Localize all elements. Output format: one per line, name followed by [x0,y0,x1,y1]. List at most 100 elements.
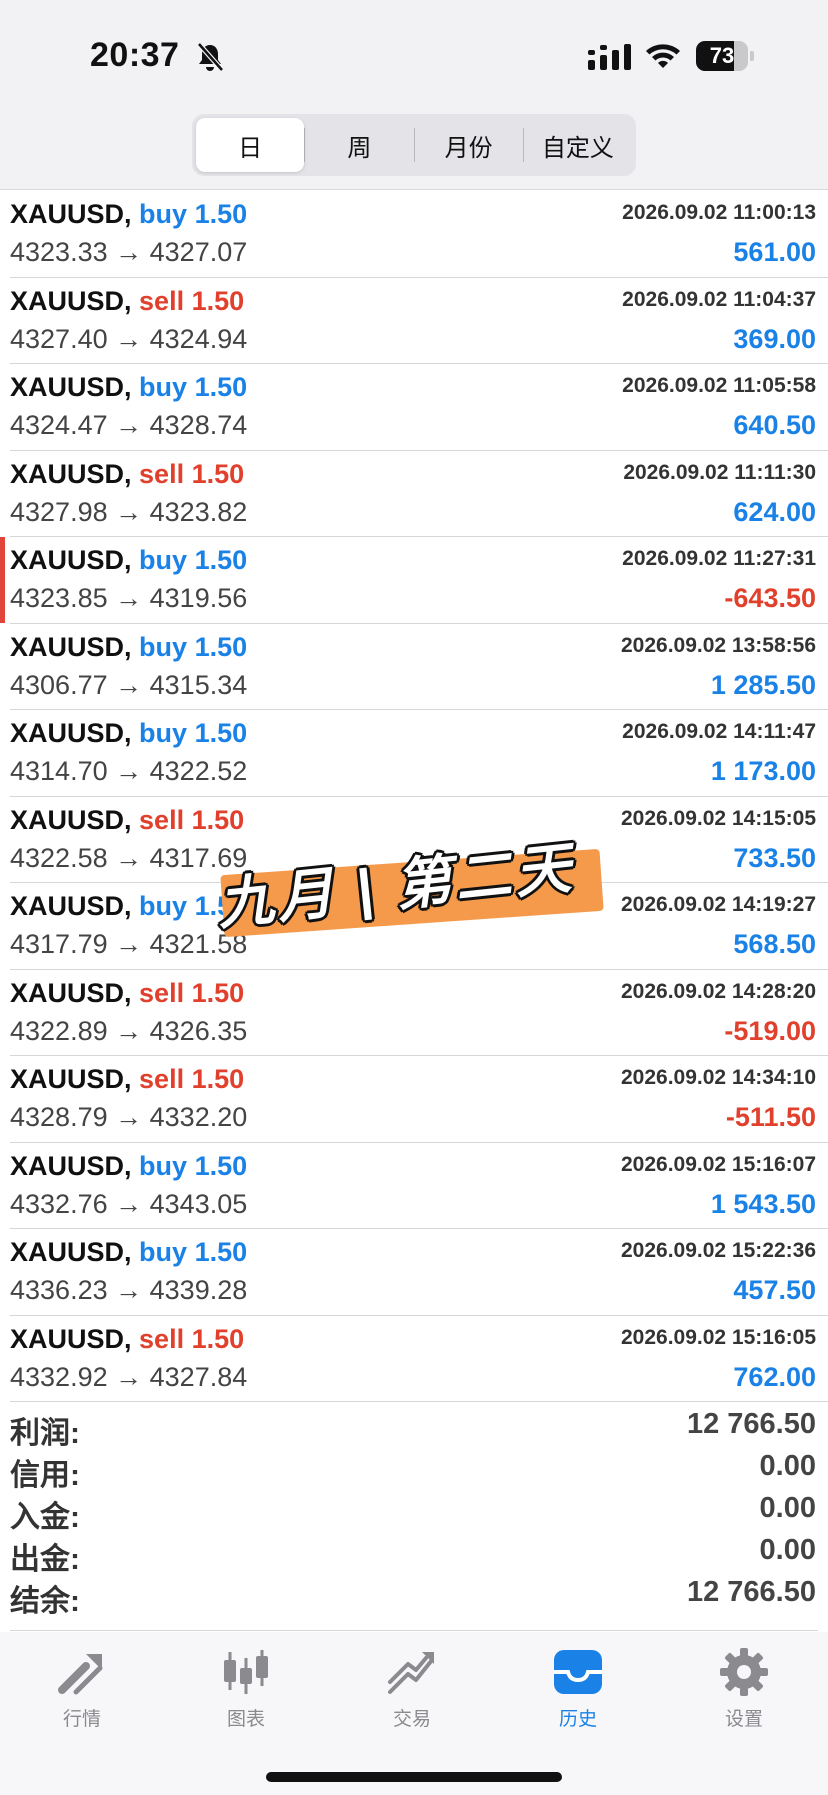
tab-quotes[interactable]: 行情 [32,1646,132,1736]
trade-volume: 1.50 [194,199,248,229]
trade-profit: 624.00 [733,496,816,527]
tab-month[interactable]: 月份 [415,118,523,172]
battery-percent: 73 [709,43,735,68]
trade-side: sell [139,1064,185,1094]
trade-title: XAUUSD, sell 1.50 [10,805,244,836]
trade-side: buy [139,199,188,229]
trade-row[interactable]: XAUUSD, buy 1.50 2026.09.02 14:11:47 4314.… [10,710,828,797]
trade-prices: 4324.47 → 4328.74 [10,410,247,441]
summary-value: 0.00 [759,1534,816,1566]
trade-volume: 1.50 [191,1064,245,1094]
trade-open-price: 4322.89 [10,1015,108,1046]
tab-custom[interactable]: 自定义 [524,118,632,172]
trade-datetime: 2026.09.02 11:11:30 [623,460,816,484]
trade-volume: 1.50 [191,977,245,1008]
trade-row[interactable]: XAUUSD, sell 1.50 2026.09.02 11:11:30 4327… [10,451,828,537]
trade-volume: 1.50 [191,804,245,835]
trade-symbol: XAUUSD, [10,1323,132,1354]
summary-row: 信用: 0.00 [10,1448,818,1492]
trade-open-price: 4328.79 [10,1102,108,1132]
trade-close-price: 4315.34 [149,669,248,700]
trade-symbol: XAUUSD, [10,631,132,662]
price-arrow-icon: → [115,842,143,873]
trade-title: XAUUSD, buy 1.50 [10,545,247,576]
trade-title: XAUUSD, buy 1.50 [10,891,247,922]
trade-prices: 4332.76 → 4343.05 [10,1189,247,1220]
trade-title: XAUUSD, buy 1.50 [10,632,247,663]
trade-prices: 4323.33 → 4327.07 [10,237,247,268]
trade-volume: 1.50 [194,718,248,748]
trade-open-price: 4332.92 [10,1361,108,1392]
trade-datetime: 2026.09.02 11:00:13 [622,201,816,224]
trade-row[interactable]: XAUUSD, sell 1.50 2026.09.02 11:04:37 4327… [10,278,828,364]
trade-volume: 1.50 [194,545,248,575]
trade-row[interactable]: XAUUSD, buy 1.50 2026.09.02 11:05:58 4324.… [10,364,828,451]
trade-profit: 640.50 [733,410,816,440]
trade-symbol: XAUUSD, [10,1064,132,1094]
trade-profit: 762.00 [733,1361,816,1392]
trade-side: sell [139,458,185,489]
trade-symbol: XAUUSD, [10,199,132,229]
summary-label: 结余: [10,1585,80,1618]
trade-row[interactable]: XAUUSD, sell 1.50 2026.09.02 15:16:05 4332… [10,1316,828,1402]
summary-value: 12 766.50 [686,1408,816,1440]
trade-title: XAUUSD, buy 1.50 [10,1237,247,1268]
status-time: 20:37 [90,36,180,74]
gear-icon [720,1648,768,1696]
trade-volume: 1.50 [194,1150,248,1181]
trade-profit: 733.50 [733,842,816,873]
trade-datetime: 2026.09.02 15:16:05 [621,1325,816,1349]
summary-label: 入金: [10,1501,80,1534]
tab-history[interactable]: 历史 [528,1646,628,1736]
trade-side: buy [139,631,188,662]
trade-datetime: 2026.09.02 14:19:27 [621,893,816,916]
trade-row[interactable]: XAUUSD, buy 1.50 2026.09.02 13:58:56 4306.… [10,624,828,710]
trade-row[interactable]: XAUUSD, sell 1.50 2026.09.02 14:28:20 4322… [10,970,828,1056]
trade-close-price: 4323.82 [149,496,248,527]
price-arrow-icon: → [115,410,143,440]
wifi-icon [646,44,680,68]
trade-close-price: 4324.94 [149,323,248,354]
trade-prices: 4322.89 → 4326.35 [10,1016,247,1047]
price-arrow-icon: → [115,1015,143,1046]
summary-label: 利润: [10,1417,80,1450]
trade-datetime: 2026.09.02 14:15:05 [621,806,816,830]
tab-history-label: 历史 [558,1709,597,1730]
trade-open-price: 4323.85 [10,583,108,613]
home-indicator [266,1772,562,1782]
trade-row[interactable]: XAUUSD, buy 1.50 2026.09.02 11:27:31 4323.… [0,537,828,624]
history-header: 日 周 月份 自定义 [0,110,828,190]
trade-prices: 4336.23 → 4339.28 [10,1275,247,1306]
price-arrow-icon: → [115,669,143,700]
trade-row[interactable]: XAUUSD, buy 1.50 2026.09.02 11:00:13 4323.… [10,191,828,278]
price-arrow-icon: → [115,756,143,786]
summary-value: 0.00 [759,1492,816,1524]
price-arrow-icon: → [115,1102,143,1132]
trade-side: sell [139,804,185,835]
trade-profit: 369.00 [733,323,816,354]
trade-row[interactable]: XAUUSD, buy 1.50 2026.09.02 15:22:36 4336.… [10,1229,828,1316]
trade-row[interactable]: XAUUSD, sell 1.50 2026.09.02 14:34:10 4328… [10,1056,828,1143]
price-arrow-icon: → [115,237,143,267]
tab-day[interactable]: 日 [196,118,305,172]
trade-datetime: 2026.09.02 11:05:58 [622,374,816,397]
trade-prices: 4327.40 → 4324.94 [10,324,247,355]
tab-charts[interactable]: 图表 [196,1646,296,1736]
trade-open-price: 4324.47 [10,410,108,440]
tab-trade[interactable]: 交易 [362,1646,462,1736]
trade-open-price: 4327.40 [10,323,108,354]
tab-week[interactable]: 周 [305,118,413,172]
trade-datetime: 2026.09.02 11:04:37 [622,287,816,311]
tab-settings[interactable]: 设置 [694,1646,794,1736]
trade-profit: 1 543.50 [710,1188,816,1219]
summary-value: 12 766.50 [686,1576,816,1608]
trade-row[interactable]: XAUUSD, buy 1.50 2026.09.02 15:16:07 4332.… [10,1143,828,1229]
trade-history-list: XAUUSD, buy 1.50 2026.09.02 11:00:13 4323.… [0,191,828,1402]
trade-side: buy [139,891,188,921]
trade-open-price: 4327.98 [10,496,108,527]
trade-close-price: 4343.05 [149,1188,248,1219]
cellular-signal-icon [588,44,631,70]
period-segmented-control: 日 周 月份 自定义 [192,114,636,176]
trade-symbol: XAUUSD, [10,718,132,748]
trade-symbol: XAUUSD, [10,1237,132,1267]
